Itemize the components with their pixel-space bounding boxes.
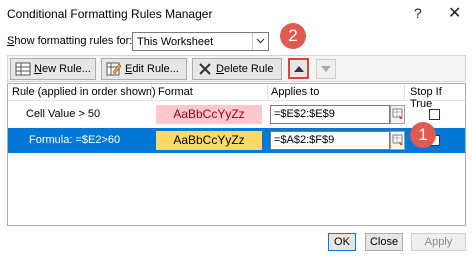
- range-picker-icon[interactable]: [390, 105, 405, 124]
- show-rules-select[interactable]: This Worksheet: [132, 32, 269, 51]
- chevron-down-icon[interactable]: [252, 33, 268, 50]
- delete-icon: [197, 62, 213, 76]
- format-preview: AaBbCcYyZz: [156, 131, 262, 150]
- close-window-button[interactable]: ✕: [448, 3, 461, 23]
- header-divider: [151, 84, 152, 101]
- move-up-button[interactable]: [288, 58, 309, 79]
- close-button[interactable]: Close: [365, 233, 403, 251]
- delete-rule-button[interactable]: Delete Rule: [192, 58, 282, 80]
- step-1-callout: 1: [410, 122, 436, 148]
- range-picker-icon[interactable]: [390, 131, 405, 150]
- step-2-callout: 2: [280, 23, 306, 49]
- applies-to-input[interactable]: =$A$2:$F$9: [270, 131, 390, 150]
- header-rule: Rule (applied in order shown): [12, 86, 156, 98]
- table-header: Rule (applied in order shown) Format App…: [8, 84, 465, 110]
- new-rule-icon: [15, 62, 31, 76]
- stop-if-true-checkbox[interactable]: [429, 109, 440, 120]
- edit-rule-button[interactable]: Edit Rule...: [101, 58, 187, 80]
- applies-to-input[interactable]: =$E$2:$E$9: [270, 105, 390, 124]
- new-rule-button[interactable]: New Rule...: [10, 58, 96, 80]
- table-row[interactable]: Cell Value > 50 AaBbCcYyZz =$E$2:$E$9: [8, 102, 465, 127]
- show-rules-label: Show formatting rules for:: [7, 35, 133, 47]
- rule-description: Formula: =$E2>60: [29, 134, 121, 146]
- apply-button[interactable]: Apply: [411, 233, 466, 251]
- header-divider: [267, 84, 268, 101]
- ok-button[interactable]: OK: [328, 233, 356, 251]
- triangle-down-icon: [321, 63, 331, 75]
- show-rules-value: This Worksheet: [137, 36, 214, 48]
- help-button[interactable]: ?: [414, 5, 422, 21]
- format-preview: AaBbCcYyZz: [156, 105, 262, 124]
- rules-table: Rule (applied in order shown) Format App…: [7, 83, 466, 226]
- rules-toolbar: New Rule... Edit Rule... Delete Rule: [7, 55, 466, 82]
- move-down-button[interactable]: [316, 59, 336, 79]
- header-applies-to: Applies to: [271, 86, 320, 98]
- header-format: Format: [158, 86, 193, 98]
- triangle-up-icon: [293, 63, 304, 75]
- edit-rule-icon: [106, 62, 122, 76]
- table-row-selected[interactable]: Formula: =$E2>60 AaBbCcYyZz =$A$2:$F$9: [8, 128, 465, 153]
- rule-description: Cell Value > 50: [26, 108, 101, 120]
- window-title: Conditional Formatting Rules Manager: [7, 7, 213, 21]
- title-bar: Conditional Formatting Rules Manager ? ✕: [0, 0, 474, 28]
- header-divider: [404, 84, 405, 101]
